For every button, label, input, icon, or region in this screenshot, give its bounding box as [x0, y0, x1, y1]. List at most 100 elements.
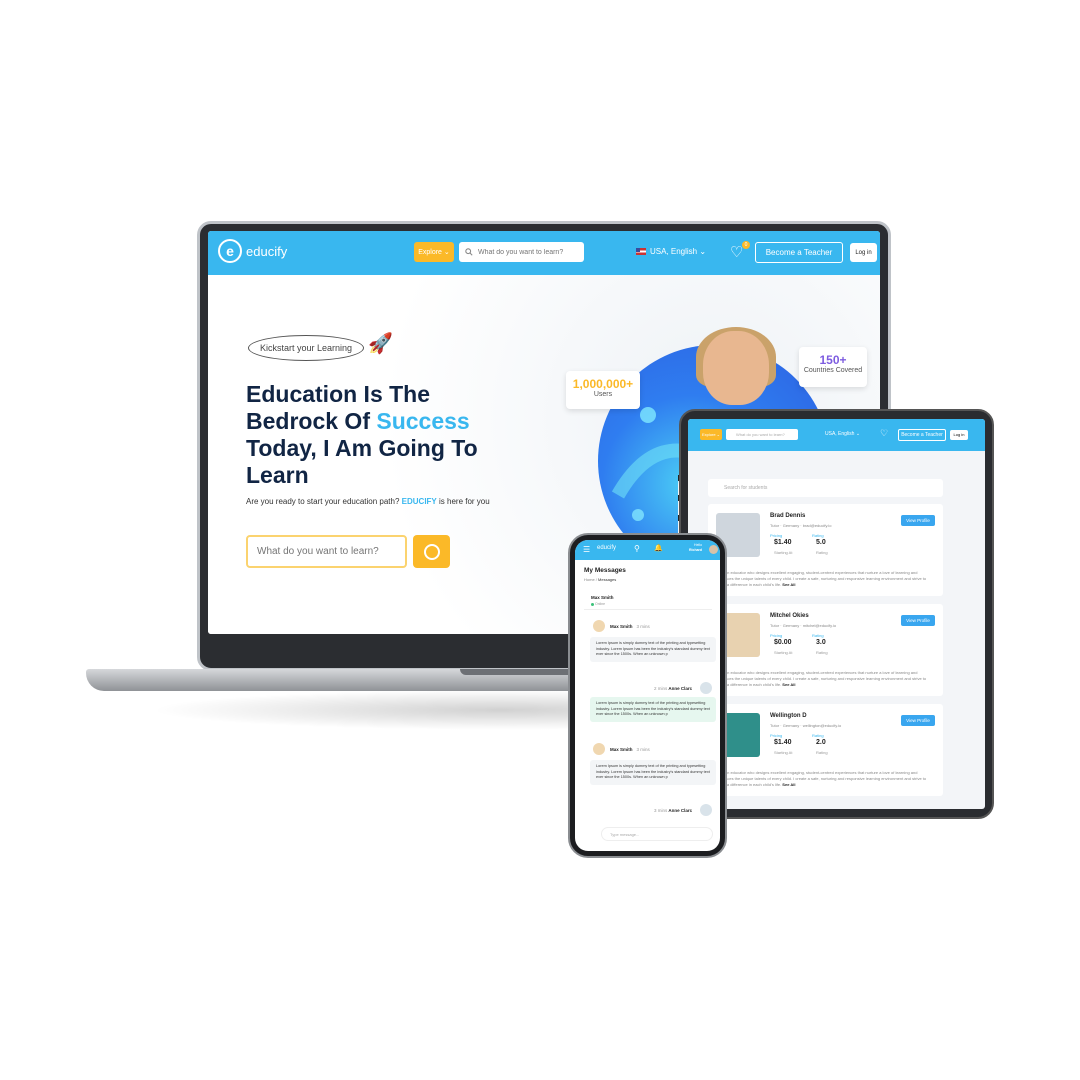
users-stat-value: 1,000,000+: [572, 377, 634, 391]
price-sub: Starting At: [774, 550, 793, 555]
wishlist-badge: 0: [742, 241, 750, 249]
message-input[interactable]: Type message...: [601, 827, 713, 841]
avatar: [593, 743, 605, 755]
tutor-description: I am an educator who designs excellent e…: [716, 670, 927, 687]
search-icon[interactable]: ⚲: [634, 544, 640, 553]
tutor-description: I am an educator who designs excellent e…: [716, 770, 927, 787]
header-search[interactable]: [459, 242, 584, 262]
header-search-input[interactable]: What do you want to learn?: [726, 429, 798, 440]
hero-search[interactable]: [246, 535, 407, 568]
tutor-rating: 3.0: [816, 639, 826, 646]
countries-stat-label: Countries Covered: [803, 367, 863, 374]
price-label: Pricing: [770, 533, 783, 538]
price-sub: Starting At: [774, 650, 793, 655]
price-label: Pricing: [770, 633, 783, 638]
tutor-price: $1.40: [774, 539, 792, 546]
tutor-name: Brad Dennis: [770, 513, 806, 519]
avatar[interactable]: [709, 545, 718, 554]
rating-label: Rating: [812, 533, 824, 538]
hero-headline: Education Is The Bedrock Of Success Toda…: [246, 381, 546, 489]
graduation-cap-logo-icon: e: [218, 239, 242, 263]
view-profile-button[interactable]: View Profile: [901, 715, 935, 726]
educify-logo[interactable]: e educify: [218, 239, 287, 263]
login-button[interactable]: Log in: [850, 243, 877, 262]
hero-search-button[interactable]: [413, 535, 450, 568]
tutor-price: $0.00: [774, 639, 792, 646]
chat-contact-header: Max Smith Online: [584, 590, 712, 610]
tutor-card: Mitchel Okies Tutor · Germany · mitchel@…: [708, 604, 943, 696]
logo-text: educify: [246, 243, 288, 259]
rocket-icon: 🚀: [368, 333, 393, 355]
tutor-rating: 2.0: [816, 739, 826, 746]
breadcrumb-home[interactable]: Home: [584, 577, 595, 582]
brand-name: EDUCIFY: [401, 497, 437, 506]
phone-header: ☰ educify ⚲ 🔔 Hello Richard: [575, 540, 720, 560]
menu-icon[interactable]: ☰: [583, 545, 590, 554]
tablet-screen: Explore ⌄ What do you want to learn? USA…: [688, 419, 985, 809]
student-photo: [703, 331, 769, 405]
see-all-link[interactable]: See All: [782, 782, 795, 787]
headline-line-3: Today, I Am Going To: [246, 435, 478, 461]
language-selector[interactable]: USA, English ⌄: [825, 431, 860, 437]
price-label: Pricing: [770, 733, 783, 738]
device-mockup-stage: e educify Explore ⌄ USA, English ⌄ ♡ 0 B…: [0, 0, 1080, 1080]
language-label: USA, English ⌄: [650, 247, 707, 256]
tablet-header: Explore ⌄ What do you want to learn? USA…: [688, 419, 985, 451]
tutor-meta: Tutor · Germany · wellington@educify.io: [770, 723, 842, 728]
user-greeting: Hello Richard: [689, 543, 703, 552]
headline-highlight: Success: [376, 408, 470, 434]
tutor-card: Wellington D Tutor · Germany · wellingto…: [708, 704, 943, 796]
users-stat-card: 1,000,000+ Users: [566, 371, 640, 409]
header-search-input[interactable]: [478, 248, 578, 256]
rating-sub: Rating: [816, 550, 828, 555]
login-button[interactable]: Log in: [950, 430, 968, 440]
tutor-description: I am an educator who designs excellent e…: [716, 570, 927, 587]
tutor-name: Mitchel Okies: [770, 613, 809, 619]
heart-icon[interactable]: ♡: [880, 428, 888, 439]
message-header: Max Smith 3 mins: [610, 624, 650, 629]
message-bubble: Lorem Ipsum is simply dummy text of the …: [590, 697, 716, 722]
message-header: 3 mins Anne Clarc: [654, 808, 693, 813]
page-title: My Messages: [584, 567, 626, 574]
tutor-card: Brad Dennis Tutor · Germany · brad@educi…: [708, 504, 943, 596]
language-selector[interactable]: USA, English ⌄: [636, 247, 706, 256]
rating-sub: Rating: [816, 750, 828, 755]
rating-sub: Rating: [816, 650, 828, 655]
educify-logo[interactable]: educify: [597, 545, 616, 551]
tutor-price: $1.40: [774, 739, 792, 746]
avatar: [700, 804, 712, 816]
countries-stat-value: 150+: [819, 353, 847, 367]
explore-button[interactable]: Explore ⌄: [700, 429, 722, 440]
hero-subtitle: Are you ready to start your education pa…: [246, 497, 490, 506]
avatar: [700, 682, 712, 694]
breadcrumb-current: Messages: [598, 577, 617, 582]
search-icon: [423, 543, 440, 560]
become-teacher-button[interactable]: Become a Teacher: [898, 429, 946, 441]
headline-line-2: Bedrock Of Success: [246, 408, 470, 434]
tutor-rating: 5.0: [816, 539, 826, 546]
countries-stat-card: 150+ Countries Covered: [799, 347, 867, 387]
site-header: e educify Explore ⌄ USA, English ⌄ ♡ 0 B…: [208, 231, 880, 275]
message-bubble: Lorem Ipsum is simply dummy text of the …: [590, 637, 716, 662]
explore-button[interactable]: Explore ⌄: [414, 242, 454, 262]
see-all-link[interactable]: See All: [782, 682, 795, 687]
search-icon: [465, 248, 473, 256]
avatar: [593, 620, 605, 632]
become-teacher-button[interactable]: Become a Teacher: [755, 242, 843, 263]
message-header: 2 mins Anne Clarc: [654, 686, 693, 691]
phone-screen: ☰ educify ⚲ 🔔 Hello Richard My Messages H…: [575, 540, 720, 851]
online-status-icon: [591, 603, 594, 606]
tutor-name: Wellington D: [770, 713, 807, 719]
bell-icon[interactable]: 🔔: [654, 544, 663, 552]
see-all-link[interactable]: See All: [782, 582, 795, 587]
hero-search-input[interactable]: [257, 546, 397, 557]
tutor-meta: Tutor · Germany · mitchel@educify.io: [770, 623, 837, 628]
view-profile-button[interactable]: View Profile: [901, 615, 935, 626]
student-search-input[interactable]: Search for students: [708, 479, 943, 497]
view-profile-button[interactable]: View Profile: [901, 515, 935, 526]
us-flag-icon: [636, 248, 646, 255]
message-header: Max Smith 3 mins: [610, 747, 650, 752]
user-name: Richard: [689, 548, 703, 552]
rating-label: Rating: [812, 733, 824, 738]
tutor-meta: Tutor · Germany · brad@educify.io: [770, 523, 832, 528]
